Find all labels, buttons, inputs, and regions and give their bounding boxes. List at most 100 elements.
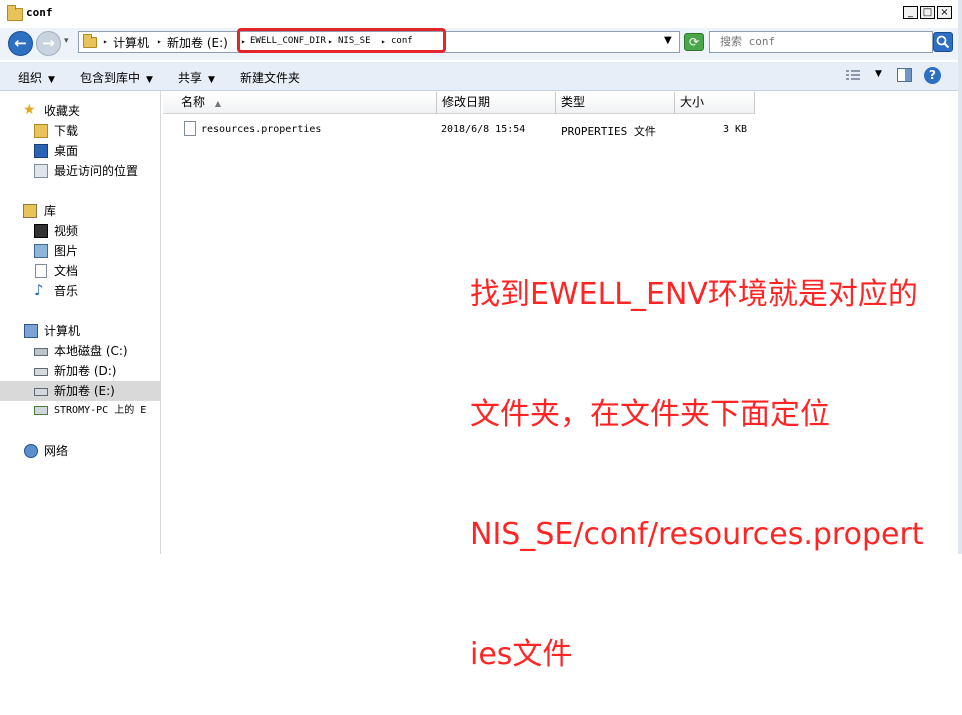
recent-places-icon (34, 164, 48, 178)
chevron-down-icon: ▼ (208, 75, 215, 85)
preview-pane-icon[interactable] (897, 68, 912, 82)
column-name-label: 名称 (181, 95, 206, 109)
nav-network[interactable]: 网络 (0, 441, 160, 461)
nav-music[interactable]: ♪ 音乐 (0, 281, 160, 301)
documents-icon (35, 264, 47, 278)
nav-drive-c[interactable]: 本地磁盘 (C:) (0, 341, 160, 361)
address-highlight (237, 28, 446, 53)
crumb-separator-icon: ▸ (103, 37, 108, 46)
drive-icon (34, 388, 48, 396)
file-name: resources.properties (201, 124, 322, 135)
column-header-name[interactable]: 名称 ▲ (163, 92, 437, 114)
address-dropdown-icon[interactable]: ▼ (664, 35, 672, 46)
close-button[interactable]: × (937, 6, 952, 19)
annotation-line: NIS_SE/conf/resources.propert (470, 517, 924, 552)
view-options-icon[interactable] (846, 70, 860, 81)
computer-icon (24, 324, 38, 338)
crumb-computer[interactable]: 计算机 (113, 34, 149, 51)
search-button[interactable] (933, 32, 953, 52)
network-icon (24, 444, 38, 458)
file-size: 3 KB (723, 124, 748, 135)
annotation-line: 文件夹，在文件夹下面定位 (470, 397, 830, 432)
maximize-button[interactable]: □ (920, 6, 935, 19)
nav-network-drive[interactable]: STROMY-PC 上的 E (0, 401, 160, 421)
star-icon: ★ (23, 102, 36, 118)
refresh-icon[interactable]: ⟳ (684, 33, 704, 51)
window-right-border (958, 0, 962, 554)
nav-drive-d[interactable]: 新加卷 (D:) (0, 361, 160, 381)
nav-videos[interactable]: 视频 (0, 221, 160, 241)
crumb-drive-e[interactable]: 新加卷 (E:) (167, 34, 228, 51)
organize-label: 组织 (18, 71, 43, 85)
nav-music-label: 音乐 (54, 284, 79, 298)
title-bar: conf _ □ × (0, 0, 962, 26)
nav-pictures[interactable]: 图片 (0, 241, 160, 261)
nav-desktop-label: 桌面 (54, 144, 79, 158)
nav-libraries-label: 库 (44, 204, 57, 218)
annotation-line: 找到EWELL_ENV环境就是对应的 (470, 277, 918, 312)
share-menu[interactable]: 共享 ▼ (178, 69, 215, 86)
nav-network-label: 网络 (44, 444, 69, 458)
video-icon (34, 224, 48, 238)
column-header-date[interactable]: 修改日期 (437, 92, 556, 114)
recent-pages-chevron-icon[interactable]: ▾ (64, 36, 69, 46)
nav-recent-places-label: 最近访问的位置 (54, 164, 139, 178)
network-drive-icon (34, 406, 48, 415)
nav-documents-label: 文档 (54, 264, 79, 278)
window-title: conf (26, 6, 53, 19)
chevron-down-icon: ▼ (146, 75, 153, 85)
address-folder-icon (83, 34, 97, 48)
nav-favorites-label: 收藏夹 (44, 104, 81, 118)
toolbar: 组织 ▼ 包含到库中 ▼ 共享 ▼ 新建文件夹 ▼ ? (0, 62, 962, 91)
column-header-type[interactable]: 类型 (556, 92, 675, 114)
nav-drive-e[interactable]: 新加卷 (E:) (0, 381, 160, 401)
forward-button[interactable]: → (36, 31, 61, 56)
annotation-text: 找到EWELL_ENV环境就是对应的 文件夹，在文件夹下面定位 NIS_SE/c… (470, 195, 962, 715)
nav-drive-d-label: 新加卷 (D:) (54, 364, 117, 378)
nav-videos-label: 视频 (54, 224, 79, 238)
search-icon (936, 35, 950, 49)
sort-ascending-icon: ▲ (214, 99, 221, 108)
share-label: 共享 (178, 71, 203, 85)
nav-computer-label: 计算机 (44, 324, 81, 338)
nav-recent-places[interactable]: 最近访问的位置 (0, 161, 160, 181)
address-row: ← → ▾ ▸ 计算机 ▸ 新加卷 (E:) ▸ EWELL_CONF_DIR … (0, 28, 962, 60)
music-icon: ♪ (34, 281, 44, 299)
file-icon (184, 121, 196, 136)
table-row[interactable]: resources.properties 2018/6/8 15:54 PROP… (163, 118, 755, 140)
nav-downloads-label: 下载 (54, 124, 79, 138)
crumb-separator-icon: ▸ (157, 37, 162, 46)
back-button[interactable]: ← (8, 31, 33, 56)
organize-menu[interactable]: 组织 ▼ (18, 69, 55, 86)
help-icon[interactable]: ? (924, 67, 941, 84)
include-in-library-menu[interactable]: 包含到库中 ▼ (80, 69, 153, 86)
nav-computer[interactable]: 计算机 (0, 321, 160, 341)
nav-drive-e-label: 新加卷 (E:) (54, 384, 115, 398)
nav-desktop[interactable]: 桌面 (0, 141, 160, 161)
downloads-folder-icon (34, 124, 48, 138)
file-date: 2018/6/8 15:54 (441, 124, 526, 135)
search-input[interactable] (720, 34, 920, 49)
file-type: PROPERTIES 文件 (561, 125, 656, 138)
search-box[interactable] (709, 31, 933, 53)
include-in-library-label: 包含到库中 (80, 71, 141, 85)
nav-pictures-label: 图片 (54, 244, 79, 258)
desktop-icon (34, 144, 48, 158)
view-dropdown-icon[interactable]: ▼ (875, 69, 882, 79)
minimize-button[interactable]: _ (903, 6, 918, 19)
column-header-size[interactable]: 大小 (675, 92, 755, 114)
nav-favorites[interactable]: ★ 收藏夹 (0, 101, 160, 121)
folder-icon (7, 5, 23, 21)
new-folder-button[interactable]: 新建文件夹 (240, 69, 300, 86)
nav-drive-c-label: 本地磁盘 (C:) (54, 344, 128, 358)
pictures-icon (34, 244, 48, 258)
navigation-pane: ★ 收藏夹 下载 桌面 最近访问的位置 库 视频 图片 文档 ♪ 音乐 计算机 (0, 91, 161, 554)
nav-documents[interactable]: 文档 (0, 261, 160, 281)
nav-network-drive-label: STROMY-PC 上的 E (54, 405, 147, 416)
drive-icon (34, 368, 48, 376)
nav-libraries[interactable]: 库 (0, 201, 160, 221)
local-disk-icon (34, 348, 48, 356)
annotation-line: ies文件 (470, 637, 573, 672)
nav-downloads[interactable]: 下载 (0, 121, 160, 141)
chevron-down-icon: ▼ (48, 75, 55, 85)
